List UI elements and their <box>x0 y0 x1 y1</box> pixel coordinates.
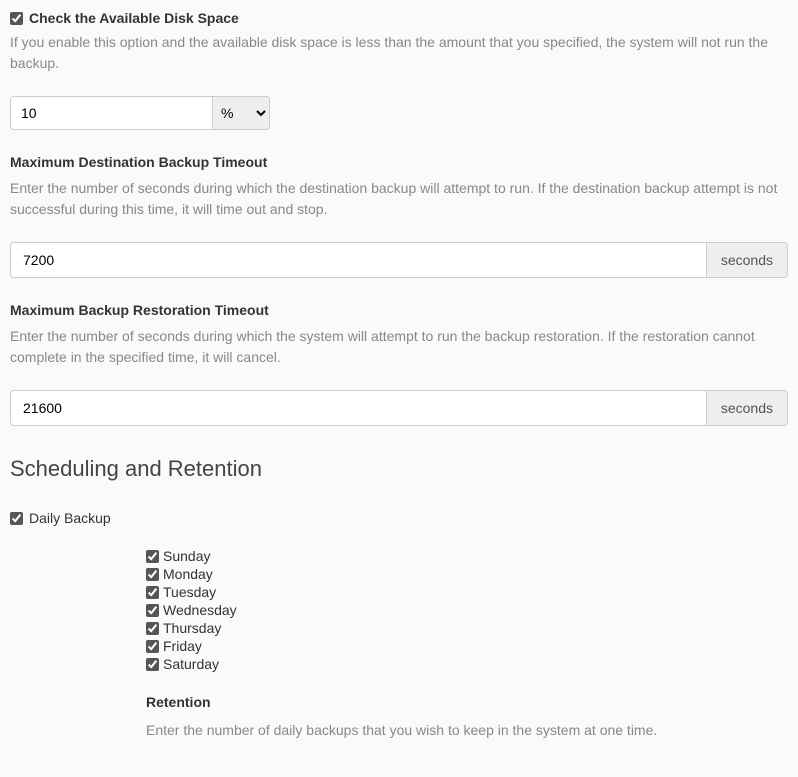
scheduling-heading: Scheduling and Retention <box>10 456 788 482</box>
day-item-monday: Monday <box>146 566 788 582</box>
retention-block: Retention Enter the number of daily back… <box>10 694 788 741</box>
daily-backup-label: Daily Backup <box>29 510 111 526</box>
disk-space-help: If you enable this option and the availa… <box>10 32 788 74</box>
restore-timeout-input[interactable] <box>10 390 707 426</box>
disk-space-input[interactable] <box>10 96 213 130</box>
day-checkbox-thursday[interactable] <box>146 622 159 635</box>
day-item-saturday: Saturday <box>146 656 788 672</box>
restore-timeout-title: Maximum Backup Restoration Timeout <box>10 302 788 318</box>
disk-space-input-group: % <box>10 96 270 130</box>
day-label: Wednesday <box>163 602 237 618</box>
day-checkbox-monday[interactable] <box>146 568 159 581</box>
retention-help: Enter the number of daily backups that y… <box>146 720 788 741</box>
day-checkbox-saturday[interactable] <box>146 658 159 671</box>
day-checkbox-tuesday[interactable] <box>146 586 159 599</box>
dest-timeout-input-group: seconds <box>10 242 788 278</box>
disk-space-title: Check the Available Disk Space <box>29 10 239 26</box>
day-label: Monday <box>163 566 213 582</box>
dest-timeout-title: Maximum Destination Backup Timeout <box>10 154 788 170</box>
dest-timeout-input[interactable] <box>10 242 707 278</box>
day-label: Tuesday <box>163 584 216 600</box>
day-item-sunday: Sunday <box>146 548 788 564</box>
day-checkbox-wednesday[interactable] <box>146 604 159 617</box>
disk-space-check-row: Check the Available Disk Space <box>10 10 788 26</box>
day-checkbox-sunday[interactable] <box>146 550 159 563</box>
days-block: Sunday Monday Tuesday Wednesday Thursday… <box>10 548 788 672</box>
day-item-tuesday: Tuesday <box>146 584 788 600</box>
day-label: Friday <box>163 638 202 654</box>
disk-space-checkbox[interactable] <box>10 12 23 25</box>
day-label: Saturday <box>163 656 219 672</box>
dest-timeout-help: Enter the number of seconds during which… <box>10 178 788 220</box>
day-item-friday: Friday <box>146 638 788 654</box>
daily-backup-row: Daily Backup <box>10 510 788 526</box>
restore-timeout-input-group: seconds <box>10 390 788 426</box>
restore-timeout-help: Enter the number of seconds during which… <box>10 326 788 368</box>
daily-backup-checkbox[interactable] <box>10 512 23 525</box>
day-item-wednesday: Wednesday <box>146 602 788 618</box>
restore-timeout-section: Maximum Backup Restoration Timeout Enter… <box>10 302 788 426</box>
day-label: Sunday <box>163 548 210 564</box>
restore-timeout-suffix: seconds <box>707 390 788 426</box>
disk-space-section: Check the Available Disk Space If you en… <box>10 10 788 130</box>
dest-timeout-suffix: seconds <box>707 242 788 278</box>
disk-space-unit-select[interactable]: % <box>213 96 270 130</box>
day-item-thursday: Thursday <box>146 620 788 636</box>
day-checkbox-friday[interactable] <box>146 640 159 653</box>
retention-title: Retention <box>146 694 788 710</box>
day-label: Thursday <box>163 620 221 636</box>
dest-timeout-section: Maximum Destination Backup Timeout Enter… <box>10 154 788 278</box>
